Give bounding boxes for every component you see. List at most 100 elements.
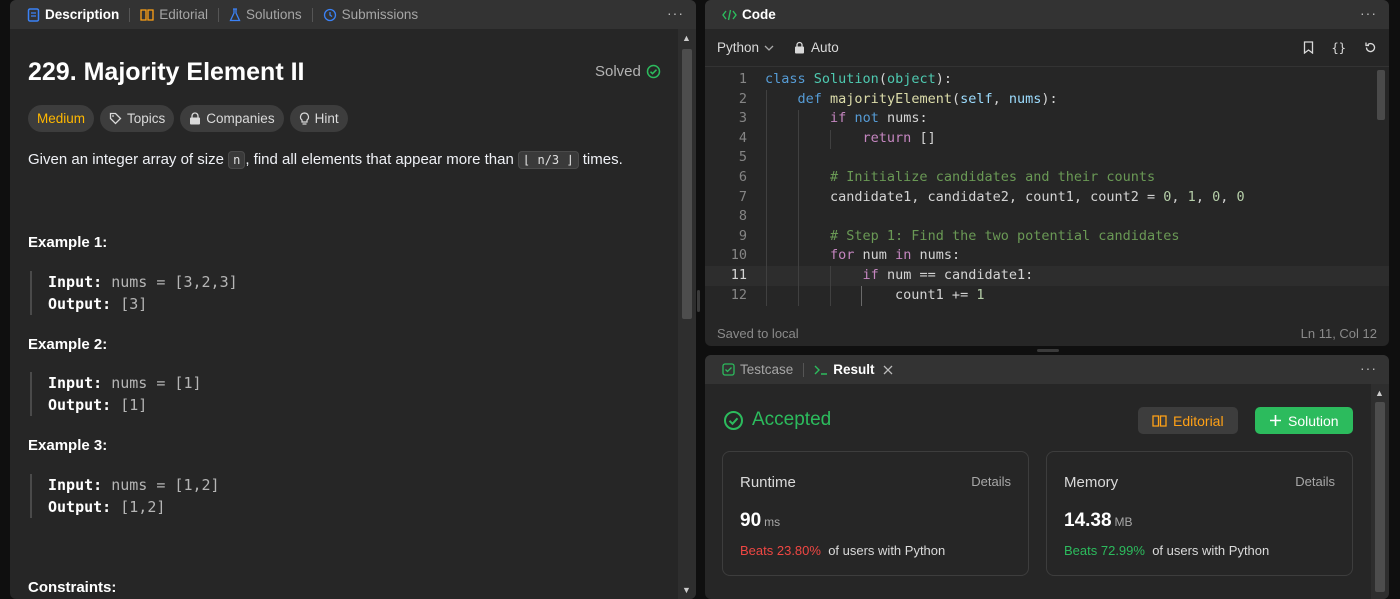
tab-separator [311,7,313,22]
book-icon [1152,415,1167,427]
tab-testcase-label: Testcase [740,362,794,377]
companies-chip[interactable]: Companies [180,105,284,132]
inline-code: ⌊ n/3 ⌋ [518,151,579,169]
tab-submissions[interactable]: Submissions [318,0,424,29]
scroll-thumb[interactable] [682,49,692,319]
runtime-value: 90 [740,510,762,531]
tab-code[interactable]: Code [717,0,781,29]
memory-beats-suffix: of users with Python [1152,543,1270,558]
lock-icon [190,112,201,125]
runtime-beats-percent: Beats 23.80% [740,543,821,558]
plus-icon [1270,415,1281,426]
runtime-beats-suffix: of users with Python [828,543,946,558]
solution-button[interactable]: Solution [1255,407,1353,434]
memory-card[interactable]: Memory Details 14.38 MB Beats 72.99% of u… [1046,451,1353,576]
history-icon [323,8,336,21]
code-toolbar: Python Auto {} [705,29,1389,67]
terminal-icon [814,365,828,375]
scroll-up-icon[interactable]: ▲ [682,33,691,43]
checkbox-icon [722,363,735,376]
statement-text: times. [578,151,623,168]
more-options-icon[interactable]: ··· [667,5,684,21]
document-icon [27,7,40,22]
code-scrollbar[interactable] [1377,70,1385,120]
example-box: Input: nums = [3,2,3] Output: [3] [30,271,238,315]
description-scrollbar[interactable]: ▲ ▼ [678,29,696,599]
example-box: Input: nums = [1,2] Output: [1,2] [30,474,220,518]
close-icon[interactable] [883,365,893,375]
scroll-down-icon[interactable]: ▼ [682,585,691,595]
companies-label: Companies [206,111,275,126]
vertical-resize-handle[interactable] [697,290,700,312]
runtime-card[interactable]: Runtime Details 90 ms Beats 23.80% of use… [722,451,1029,576]
code-line: 2 def majorityElement(self, nums): [738,90,1058,107]
indent-guide [798,110,799,306]
example-title: Example 3: [28,437,108,454]
hint-chip[interactable]: Hint [289,105,348,132]
tab-result[interactable]: Result [809,355,897,384]
tab-description-label: Description [45,7,120,22]
difficulty-badge: Medium [28,105,95,132]
auto-mode-label: Auto [811,40,839,55]
code-line: 8 [738,208,747,225]
inline-code: n [228,151,246,169]
code-line: 9 # Step 1: Find the two potential candi… [738,227,1180,244]
cursor-position: Ln 11, Col 12 [1300,325,1377,341]
problem-statement: Given an integer array of size n, find a… [28,151,623,169]
format-braces-icon[interactable]: {} [1332,41,1346,55]
runtime-beats: Beats 23.80% of users with Python [740,543,945,558]
input-value: nums = [1,2] [111,476,220,494]
solved-status: Solved [595,63,661,80]
tab-submissions-label: Submissions [341,7,419,22]
save-status: Saved to local [717,325,799,341]
check-circle-icon [646,64,661,79]
indent-guide [830,130,831,149]
input-label: Input: [48,476,103,494]
indent-guide [766,90,767,306]
code-line: 6 # Initialize candidates and their coun… [738,168,1156,185]
output-value: [1,2] [120,498,166,516]
example-box: Input: nums = [1] Output: [1] [30,372,202,416]
code-line: 5 [738,149,747,166]
auto-mode[interactable]: Auto [794,40,839,55]
tab-result-label: Result [833,362,875,377]
horizontal-resize-handle[interactable] [1037,349,1059,352]
more-options-icon[interactable]: ··· [1360,360,1377,376]
runtime-details-link[interactable]: Details [971,474,1011,489]
code-line: 3 if not nums: [738,110,928,127]
flask-icon [229,7,241,21]
chevron-down-icon [764,45,774,51]
tab-separator [218,7,220,22]
problem-tags: Medium Topics Companies Hint [28,105,348,132]
editorial-button-label: Editorial [1173,412,1224,429]
scroll-thumb[interactable] [1375,402,1385,592]
editorial-button[interactable]: Editorial [1138,407,1238,434]
topics-chip[interactable]: Topics [100,105,175,132]
tab-solutions[interactable]: Solutions [224,0,307,29]
memory-value: 14.38 [1064,510,1112,531]
language-select[interactable]: Python [717,40,774,55]
memory-details-link[interactable]: Details [1295,474,1335,489]
language-label: Python [717,40,760,55]
code-line: 1 class Solution(object): [738,71,952,87]
verdict-label: Accepted [752,409,832,430]
topics-label: Topics [127,111,166,126]
input-label: Input: [48,374,103,392]
code-editor[interactable]: 1 class Solution(object): 2 def majorityE… [705,70,1389,314]
example-title: Example 1: [28,234,108,251]
output-label: Output: [48,498,112,516]
hint-label: Hint [314,111,339,126]
more-options-icon[interactable]: ··· [1360,5,1377,21]
tab-editorial[interactable]: Editorial [135,0,213,29]
tab-description[interactable]: Description [22,0,124,29]
book-icon [140,9,154,21]
tab-testcase[interactable]: Testcase [717,355,798,384]
indent-guide [861,286,862,306]
reset-icon[interactable] [1364,41,1377,54]
result-scrollbar[interactable]: ▲ [1371,384,1389,599]
scroll-up-icon[interactable]: ▲ [1375,388,1384,398]
runtime-title: Runtime [740,474,796,491]
bookmark-icon[interactable] [1303,41,1314,54]
tab-separator [129,7,131,22]
code-line: 4 return [] [738,129,936,146]
